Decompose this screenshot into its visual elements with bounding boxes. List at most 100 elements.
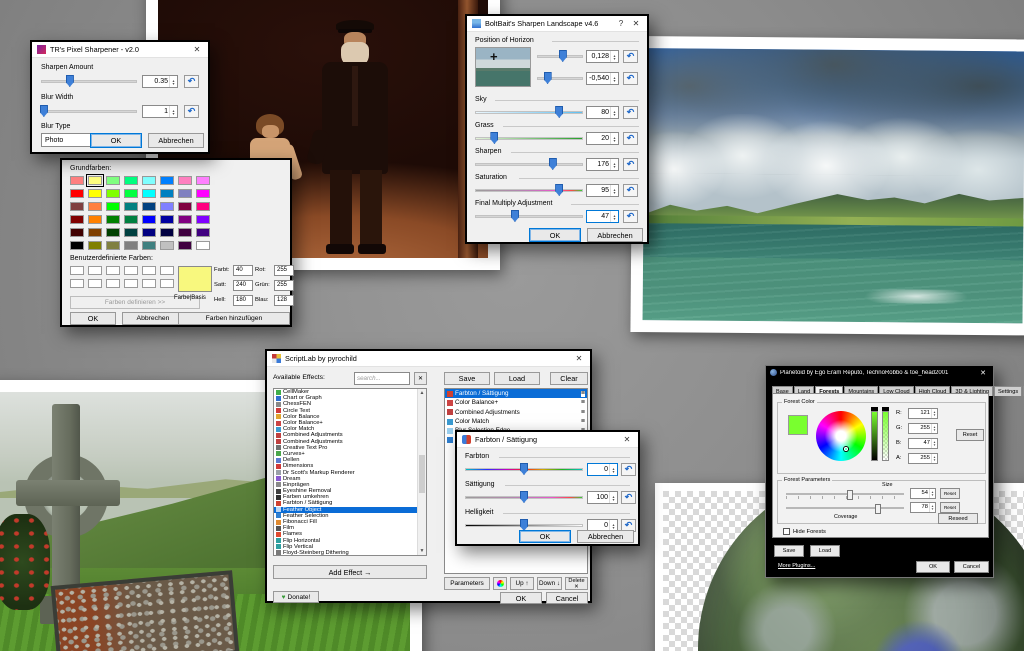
custom-color-swatch[interactable] [88, 279, 102, 288]
color-field-input[interactable]: 255 [274, 279, 294, 291]
ok-button[interactable]: OK [90, 133, 142, 148]
reset-icon[interactable] [621, 491, 636, 504]
color-swatch[interactable] [142, 215, 156, 224]
custom-color-swatch[interactable] [142, 266, 156, 275]
color-swatch[interactable] [196, 241, 210, 250]
hue-spinner[interactable]: 0 [587, 463, 618, 476]
color-swatch[interactable] [124, 241, 138, 250]
sharpen-amount-slider[interactable] [41, 75, 137, 87]
grass-slider[interactable] [475, 132, 583, 144]
final-multiply-slider[interactable] [475, 210, 583, 222]
close-icon[interactable] [977, 369, 989, 377]
custom-color-swatch[interactable] [88, 266, 102, 275]
color-swatch[interactable] [142, 241, 156, 250]
color-field-input[interactable]: 255 [274, 264, 294, 276]
alpha-bar[interactable] [882, 411, 889, 461]
value-bar[interactable] [871, 411, 878, 461]
coverage-slider-thumb[interactable] [875, 504, 881, 514]
reset-icon[interactable] [623, 210, 638, 223]
clear-button[interactable]: Clear [550, 372, 588, 385]
size-reset-button[interactable]: Reset [940, 488, 960, 499]
sky-spinner[interactable]: 80 [586, 106, 619, 119]
color-swatch[interactable] [160, 241, 174, 250]
color-swatch[interactable] [178, 176, 192, 185]
color-swatch[interactable] [88, 202, 102, 211]
color-swatch[interactable] [70, 176, 84, 185]
color-swatch[interactable] [70, 189, 84, 198]
hue-slider[interactable] [465, 463, 583, 475]
size-slider-thumb[interactable] [847, 490, 853, 500]
custom-color-swatch[interactable] [124, 279, 138, 288]
save-button[interactable]: Save [774, 545, 804, 557]
color-swatch[interactable] [106, 215, 120, 224]
script-list-item[interactable]: Combined Adjustments [445, 408, 587, 417]
color-swatch[interactable] [124, 202, 138, 211]
channel-spinner[interactable]: 255 [908, 423, 938, 434]
color-swatch[interactable] [178, 189, 192, 198]
color-swatch[interactable] [86, 174, 104, 187]
cancel-button[interactable]: Abbrechen [587, 228, 643, 242]
effects-scrollbar[interactable]: ▲ ▼ [417, 389, 426, 555]
custom-color-swatch[interactable] [70, 279, 84, 288]
color-swatch[interactable] [196, 202, 210, 211]
hide-forests-row[interactable]: Hide Forests [783, 528, 826, 535]
size-slider[interactable] [786, 493, 904, 495]
cancel-button[interactable]: Cancel [954, 561, 989, 573]
color-swatch[interactable] [160, 215, 174, 224]
cancel-button[interactable]: Abbrechen [122, 312, 184, 325]
close-icon[interactable] [621, 435, 633, 444]
cancel-button[interactable]: Abbrechen [577, 530, 634, 543]
reset-icon[interactable] [623, 72, 638, 85]
drag-handle-icon[interactable] [581, 418, 585, 425]
color-wheel[interactable] [816, 411, 866, 461]
sky-slider[interactable] [475, 106, 583, 118]
cancel-button[interactable]: Abbrechen [148, 133, 204, 148]
ok-button[interactable]: OK [916, 561, 950, 573]
horizon-y-spinner[interactable]: -0,540 [586, 72, 619, 85]
saturation-slider[interactable] [475, 184, 583, 196]
color-swatch[interactable] [160, 176, 174, 185]
color-swatch[interactable] [124, 228, 138, 237]
color-wheel-button[interactable] [493, 577, 507, 590]
color-swatch[interactable] [106, 228, 120, 237]
color-swatch[interactable] [88, 215, 102, 224]
color-swatch[interactable] [178, 202, 192, 211]
reseed-button[interactable]: Reseed [938, 513, 978, 524]
coverage-spinner[interactable]: 78 [910, 502, 936, 513]
blur-width-slider[interactable] [39, 105, 137, 117]
size-spinner[interactable]: 54 [910, 488, 936, 499]
color-swatch[interactable] [178, 215, 192, 224]
color-swatch[interactable] [142, 176, 156, 185]
color-swatch[interactable] [88, 228, 102, 237]
add-custom-color-button[interactable]: Farben hinzufügen [178, 312, 290, 325]
scroll-up-icon[interactable]: ▲ [418, 389, 426, 397]
move-up-button[interactable]: Up ↑ [510, 577, 534, 590]
color-swatch[interactable] [124, 215, 138, 224]
coverage-slider[interactable] [786, 507, 904, 509]
sharpen-slider[interactable] [475, 158, 583, 170]
final-multiply-spinner[interactable]: 47 [586, 210, 619, 223]
color-swatch[interactable] [106, 241, 120, 250]
scroll-thumb[interactable] [419, 455, 425, 493]
search-input[interactable] [354, 372, 410, 385]
close-icon[interactable] [191, 45, 203, 54]
channel-spinner[interactable]: 121 [908, 408, 938, 419]
color-swatch[interactable] [196, 228, 210, 237]
color-field-input[interactable]: 128 [274, 294, 294, 306]
sharpen-spinner[interactable]: 176 [586, 158, 619, 171]
custom-color-swatch[interactable] [160, 266, 174, 275]
color-swatch[interactable] [124, 176, 138, 185]
ok-button[interactable]: OK [500, 592, 542, 604]
color-swatch[interactable] [160, 228, 174, 237]
color-field-input[interactable]: 240 [233, 279, 253, 291]
color-swatch[interactable] [160, 189, 174, 198]
color-field-input[interactable]: 180 [233, 294, 253, 306]
color-swatch[interactable] [106, 176, 120, 185]
saturation-spinner[interactable]: 95 [586, 184, 619, 197]
color-swatch[interactable] [196, 189, 210, 198]
ok-button[interactable]: OK [519, 530, 571, 543]
blur-width-spinner[interactable]: 1 [142, 105, 178, 118]
color-swatch[interactable] [106, 202, 120, 211]
reset-icon[interactable] [184, 105, 199, 118]
load-button[interactable]: Load [494, 372, 540, 385]
